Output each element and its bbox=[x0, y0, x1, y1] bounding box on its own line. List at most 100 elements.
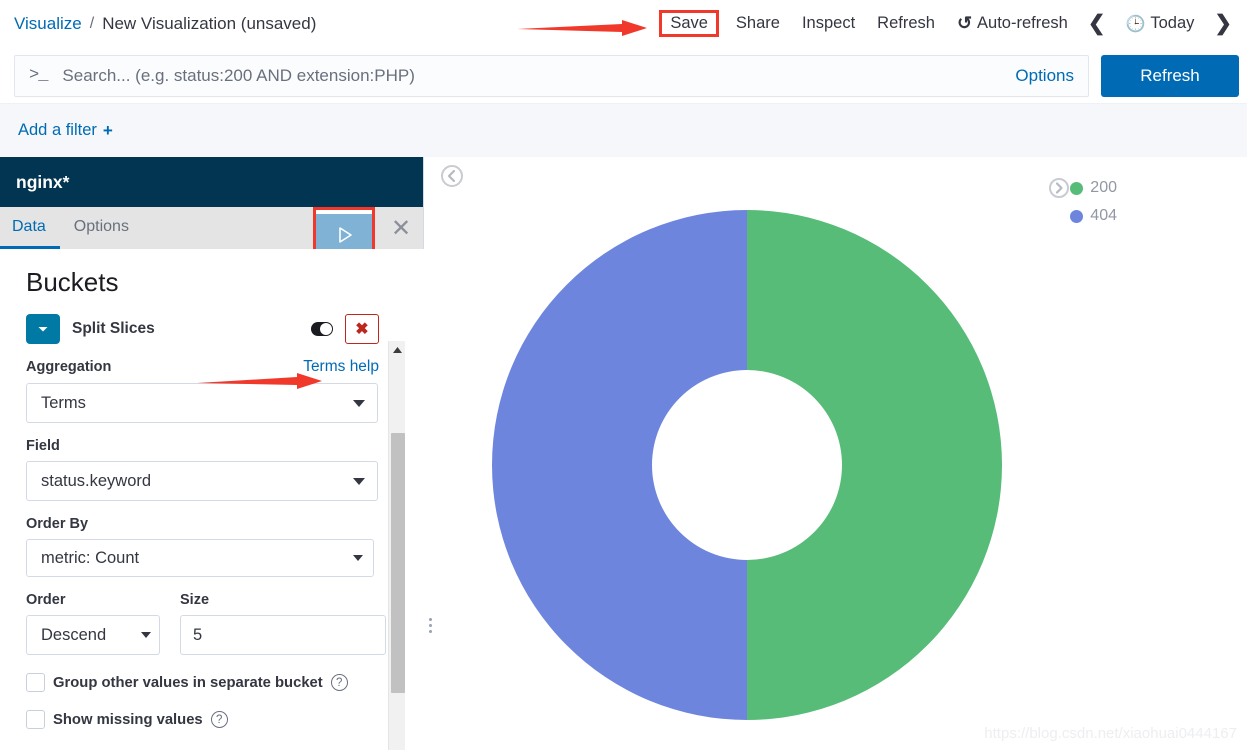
order-label: Order bbox=[26, 592, 66, 608]
editor-header: nginx* bbox=[0, 157, 423, 207]
add-filter-button[interactable]: Add a filter + bbox=[18, 121, 113, 141]
buckets-heading: Buckets bbox=[26, 267, 119, 297]
tab-data-label: Data bbox=[12, 217, 46, 235]
field-value: status.keyword bbox=[41, 471, 152, 490]
legend-color-dot-404 bbox=[1070, 209, 1084, 223]
order-column: Order Descend bbox=[26, 592, 160, 655]
size-column: Size bbox=[180, 592, 386, 655]
legend-label-404: 404 bbox=[1090, 207, 1117, 224]
clock-icon: 🕒 bbox=[1125, 15, 1146, 33]
plus-icon: + bbox=[102, 120, 113, 140]
triangle-up-glyph bbox=[392, 346, 402, 353]
refresh-button-label: Refresh bbox=[877, 14, 935, 32]
save-button-label: Save bbox=[670, 14, 708, 32]
date-next-chevron-right-icon[interactable]: ❯ bbox=[1205, 11, 1241, 36]
chevron-down-icon-order-by bbox=[353, 555, 363, 561]
aggregation-value: Terms bbox=[41, 393, 86, 412]
order-by-label-row: Order By bbox=[26, 516, 379, 532]
bucket-config-form: Buckets Split Slices ✖ Aggregation Terms… bbox=[0, 249, 405, 750]
refresh-cycle-icon: ↻ bbox=[956, 13, 973, 33]
auto-refresh-button[interactable]: ↻ Auto-refresh bbox=[946, 9, 1079, 38]
donut-slice-200[interactable] bbox=[747, 210, 1002, 720]
editor-body: Buckets Split Slices ✖ Aggregation Terms… bbox=[0, 249, 424, 750]
bucket-delete-x-icon[interactable]: ✖ bbox=[345, 314, 379, 344]
close-editor-x-icon[interactable]: ✕ bbox=[379, 207, 423, 249]
size-input[interactable] bbox=[180, 615, 386, 655]
tab-options-label: Options bbox=[73, 217, 129, 235]
editor-scrollbar[interactable] bbox=[388, 341, 405, 750]
order-by-label: Order By bbox=[26, 516, 89, 532]
donut-slice-404[interactable] bbox=[492, 210, 747, 720]
chevron-down-glyph bbox=[38, 327, 48, 332]
save-button[interactable]: Save bbox=[659, 10, 719, 37]
tab-options[interactable]: Options bbox=[60, 207, 143, 249]
size-label: Size bbox=[180, 592, 210, 608]
order-select[interactable]: Descend bbox=[26, 615, 160, 655]
legend-item[interactable]: 200 bbox=[1070, 179, 1117, 197]
bucket-collapse-chevron-down-icon[interactable] bbox=[26, 314, 60, 344]
tab-spacer bbox=[143, 207, 313, 249]
order-by-value: metric: Count bbox=[41, 548, 140, 567]
panel-resize-handle[interactable] bbox=[426, 612, 434, 638]
show-missing-values-help-icon[interactable]: ? bbox=[210, 711, 228, 728]
order-label-row: Order bbox=[26, 592, 160, 608]
breadcrumb: Visualize / New Visualization (unsaved) bbox=[0, 14, 316, 34]
legend-item[interactable]: 404 bbox=[1070, 207, 1117, 225]
index-pattern-title: nginx* bbox=[16, 171, 70, 192]
inspect-button-label: Inspect bbox=[801, 14, 856, 32]
search-field-wrapper[interactable]: >_ Options bbox=[14, 54, 1089, 97]
legend-collapse-right-chevron-icon[interactable] bbox=[1049, 178, 1069, 198]
order-size-row: Order Descend Size bbox=[26, 592, 386, 655]
toggle-switch-glyph bbox=[311, 322, 333, 336]
refresh-button[interactable]: Refresh bbox=[866, 10, 946, 37]
chevron-down-icon-field bbox=[353, 477, 365, 485]
share-button[interactable]: Share bbox=[725, 10, 791, 37]
inspect-button[interactable]: Inspect bbox=[791, 10, 866, 37]
query-options-link[interactable]: Options bbox=[1015, 66, 1074, 86]
order-by-select[interactable]: metric: Count bbox=[26, 539, 374, 577]
bucket-enable-toggle-icon[interactable] bbox=[307, 315, 337, 343]
scrollbar-thumb[interactable] bbox=[391, 433, 405, 693]
query-refresh-button[interactable]: Refresh bbox=[1101, 54, 1239, 97]
aggregation-label: Aggregation bbox=[26, 359, 112, 375]
group-other-values-checkbox[interactable] bbox=[26, 673, 45, 692]
auto-refresh-label: Auto-refresh bbox=[977, 14, 1068, 32]
nav-left-accent bbox=[0, 0, 3, 48]
resize-dot bbox=[428, 629, 432, 633]
group-other-values-help-icon[interactable]: ? bbox=[330, 674, 348, 691]
tab-data[interactable]: Data bbox=[0, 207, 60, 249]
field-label-row: Field bbox=[26, 438, 379, 454]
show-missing-values-checkbox[interactable] bbox=[26, 710, 45, 729]
chevron-down-icon-aggregation bbox=[353, 399, 365, 407]
aggregation-label-row: Aggregation Terms help bbox=[26, 358, 379, 376]
field-label: Field bbox=[26, 438, 60, 454]
field-select[interactable]: status.keyword bbox=[26, 461, 378, 501]
breadcrumb-visualize-link[interactable]: Visualize bbox=[14, 14, 82, 34]
terms-help-link[interactable]: Terms help bbox=[303, 358, 379, 376]
bucket-name-label: Split Slices bbox=[72, 320, 155, 337]
aggregation-select[interactable]: Terms bbox=[26, 383, 378, 423]
breadcrumb-separator: / bbox=[89, 14, 95, 32]
resize-dot bbox=[428, 623, 432, 627]
kibana-visualize-app: Visualize / New Visualization (unsaved) … bbox=[0, 0, 1247, 750]
legend-collapse-left-chevron-icon[interactable] bbox=[441, 165, 463, 187]
donut-chart-svg bbox=[492, 210, 1002, 720]
date-picker-today[interactable]: 🕒 Today bbox=[1114, 10, 1205, 38]
editor-tab-bar: Data Options ✕ bbox=[0, 207, 423, 263]
bucket-controls: ✖ bbox=[307, 314, 379, 344]
scrollbar-up-arrow-icon[interactable] bbox=[389, 341, 405, 358]
date-prev-chevron-left-icon[interactable]: ❮ bbox=[1079, 11, 1115, 36]
add-filter-label: Add a filter bbox=[18, 121, 97, 139]
show-missing-values-label: Show missing values bbox=[53, 711, 203, 728]
query-bar: >_ Options Refresh bbox=[0, 48, 1247, 103]
visualization-canvas: 200 404 https://blog.csdn.net/xiaohuai04… bbox=[425, 157, 1247, 750]
play-triangle-icon bbox=[339, 227, 352, 243]
chart-legend: 200 404 bbox=[1070, 179, 1117, 225]
search-input[interactable] bbox=[60, 64, 1004, 87]
donut-chart bbox=[487, 205, 1007, 725]
nav-action-group: Save Share Inspect Refresh ↻ Auto-refres… bbox=[657, 9, 1247, 38]
share-button-label: Share bbox=[735, 14, 780, 32]
visualization-editor-panel: nginx* Data Options ✕ Buckets Split Slic… bbox=[0, 157, 432, 750]
date-picker-label: Today bbox=[1150, 14, 1195, 32]
size-label-row: Size bbox=[180, 592, 386, 608]
